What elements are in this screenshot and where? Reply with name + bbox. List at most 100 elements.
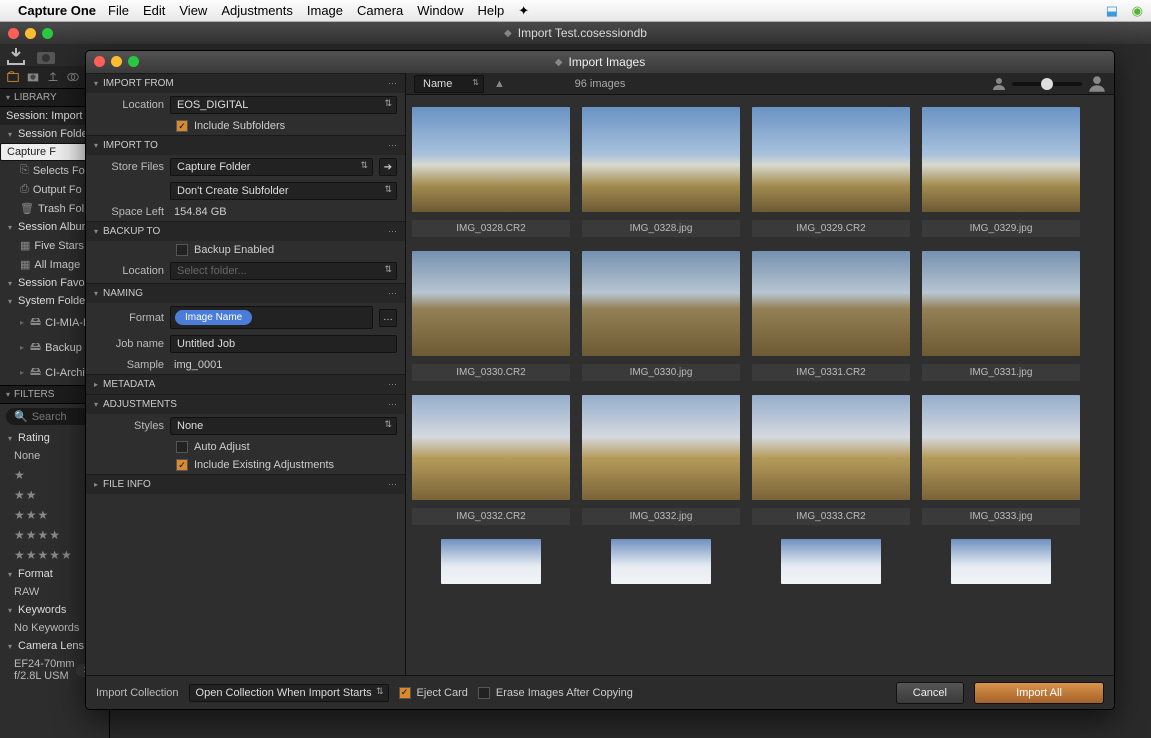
menu-camera[interactable]: Camera [357, 3, 403, 18]
dropbox-icon[interactable]: ⬓ [1106, 3, 1118, 18]
menubar-tray: ⬓ ◉ [1096, 3, 1143, 19]
include-existing-checkbox[interactable]: ✓ Include Existing Adjustments [86, 456, 405, 474]
format-label: Format [94, 312, 164, 324]
thumbnail[interactable] [752, 539, 910, 584]
thumbnail[interactable] [922, 539, 1080, 584]
jobname-field[interactable]: Untitled Job [170, 335, 397, 353]
large-thumb-icon[interactable] [1088, 75, 1106, 93]
thumbnail-grid[interactable]: IMG_0328.CR2 IMG_0328.jpg IMG_0329.CR2 I… [406, 95, 1114, 675]
thumbnail[interactable]: IMG_0329.CR2 [752, 107, 910, 237]
import-collection-label: Import Collection [96, 687, 179, 699]
thumbnail[interactable]: IMG_0333.CR2 [752, 395, 910, 525]
naming-options-button[interactable]: … [379, 309, 397, 327]
eject-card-checkbox[interactable]: ✓ Eject Card [399, 687, 468, 699]
close-icon[interactable] [8, 28, 19, 39]
import-collection-select[interactable]: Open Collection When Import Starts [189, 684, 389, 702]
menu-image[interactable]: Image [307, 3, 343, 18]
import-all-button[interactable]: Import All [974, 682, 1104, 704]
menu-file[interactable]: File [108, 3, 129, 18]
camera-icon[interactable] [36, 49, 56, 65]
sort-select[interactable]: Name [414, 75, 484, 93]
small-thumb-icon[interactable] [992, 77, 1006, 91]
erase-images-checkbox[interactable]: Erase Images After Copying [478, 687, 633, 699]
dialog-traffic-lights[interactable] [94, 56, 139, 67]
thumbnail[interactable]: IMG_0328.CR2 [412, 107, 570, 237]
filename: IMG_0333.jpg [922, 508, 1080, 525]
section-import-to[interactable]: IMPORT TO⋯ [86, 136, 405, 155]
section-file-info[interactable]: FILE INFO⋯ [86, 475, 405, 494]
status-icon[interactable]: ◉ [1132, 3, 1143, 18]
filename: IMG_0331.jpg [922, 364, 1080, 381]
menu-script-icon[interactable]: ✦ [518, 3, 529, 19]
thumbnail-size-slider[interactable] [1012, 82, 1082, 86]
thumbnail[interactable]: IMG_0330.jpg [582, 251, 740, 381]
menu-help[interactable]: Help [478, 3, 505, 18]
output-tab-icon[interactable] [46, 70, 60, 84]
checkbox-icon: ✓ [176, 120, 188, 132]
library-tab-icon[interactable] [6, 70, 20, 84]
thumbnail[interactable]: IMG_0329.jpg [922, 107, 1080, 237]
dialog-zoom-icon[interactable] [128, 56, 139, 67]
subfolder-select[interactable]: Don't Create Subfolder [170, 182, 397, 200]
thumbnail[interactable]: IMG_0331.CR2 [752, 251, 910, 381]
thumbnail[interactable]: IMG_0330.CR2 [412, 251, 570, 381]
dialog-titlebar: ◆ Import Images [86, 51, 1114, 73]
naming-token[interactable]: Image Name [175, 310, 252, 325]
window-traffic-lights[interactable] [8, 28, 53, 39]
location-select[interactable]: EOS_DIGITAL [170, 96, 397, 114]
thumbnail[interactable]: IMG_0328.jpg [582, 107, 740, 237]
section-metadata[interactable]: METADATA⋯ [86, 375, 405, 394]
filename: IMG_0332.CR2 [412, 508, 570, 525]
zoom-icon[interactable] [42, 28, 53, 39]
dialog-close-icon[interactable] [94, 56, 105, 67]
naming-format-field[interactable]: Image Name [170, 306, 373, 329]
thumbnail-grid-panel: Name ▲ 96 images IMG_0328.CR2 IMG_0328.j… [406, 73, 1114, 675]
filename: IMG_0333.CR2 [752, 508, 910, 525]
cancel-button[interactable]: Cancel [896, 682, 964, 704]
dialog-minimize-icon[interactable] [111, 56, 122, 67]
import-icon[interactable] [6, 48, 26, 66]
import-dialog: ◆ Import Images IMPORT FROM⋯ Location EO… [85, 50, 1115, 710]
filename: IMG_0330.jpg [582, 364, 740, 381]
sample-label: Sample [94, 359, 164, 371]
menu-view[interactable]: View [179, 3, 207, 18]
menu-edit[interactable]: Edit [143, 3, 165, 18]
section-adjustments[interactable]: ADJUSTMENTS⋯ [86, 395, 405, 414]
auto-adjust-checkbox[interactable]: Auto Adjust [86, 438, 405, 456]
section-naming[interactable]: NAMING⋯ [86, 284, 405, 303]
backup-location-select[interactable]: Select folder... [170, 262, 397, 280]
app-window: ◆ Import Test.cosessiondb LIBRARY Sessio… [0, 22, 1151, 738]
thumbnail[interactable]: IMG_0332.jpg [582, 395, 740, 525]
styles-select[interactable]: None [170, 417, 397, 435]
capture-tab-icon[interactable] [26, 70, 40, 84]
backup-enabled-checkbox[interactable]: Backup Enabled [86, 241, 405, 259]
filename: IMG_0330.CR2 [412, 364, 570, 381]
grid-toolbar: Name ▲ 96 images [406, 73, 1114, 95]
space-left-value: 154.84 GB [170, 206, 227, 218]
thumbnail[interactable] [582, 539, 740, 584]
sort-direction-icon[interactable]: ▲ [494, 78, 505, 90]
section-backup-to[interactable]: BACKUP TO⋯ [86, 222, 405, 241]
goto-folder-button[interactable]: ➔ [379, 158, 397, 176]
minimize-icon[interactable] [25, 28, 36, 39]
app-name[interactable]: Capture One [18, 3, 96, 18]
checkbox-icon [478, 687, 490, 699]
mac-menubar: Capture One File Edit View Adjustments I… [0, 0, 1151, 22]
jobname-label: Job name [94, 338, 164, 350]
checkbox-icon [176, 244, 188, 256]
image-count: 96 images [575, 78, 626, 90]
checkbox-icon: ✓ [399, 687, 411, 699]
adjust-tab-icon[interactable] [66, 70, 80, 84]
menu-adjustments[interactable]: Adjustments [221, 3, 293, 18]
thumbnail[interactable]: IMG_0331.jpg [922, 251, 1080, 381]
menu-window[interactable]: Window [417, 3, 463, 18]
checkbox-icon: ✓ [176, 459, 188, 471]
store-files-select[interactable]: Capture Folder [170, 158, 373, 176]
thumbnail[interactable]: IMG_0332.CR2 [412, 395, 570, 525]
sample-value: img_0001 [170, 359, 222, 371]
include-subfolders-checkbox[interactable]: ✓ Include Subfolders [86, 117, 405, 135]
backup-location-label: Location [94, 265, 164, 277]
thumbnail[interactable] [412, 539, 570, 584]
section-import-from[interactable]: IMPORT FROM⋯ [86, 74, 405, 93]
thumbnail[interactable]: IMG_0333.jpg [922, 395, 1080, 525]
